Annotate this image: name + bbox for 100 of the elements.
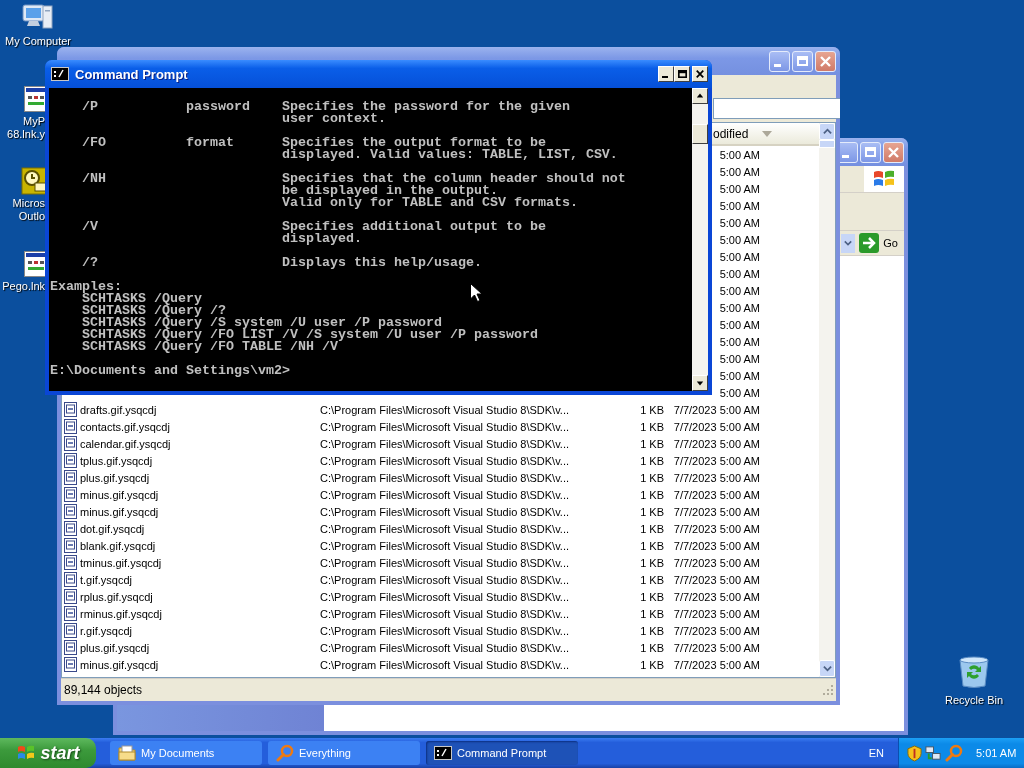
file-icon bbox=[64, 657, 77, 672]
caret-up-icon bbox=[696, 92, 704, 100]
search-icon bbox=[276, 744, 294, 762]
window-title: Command Prompt bbox=[75, 66, 188, 82]
file-icon bbox=[64, 453, 77, 468]
table-cell-text: plus.gif.ysqcdj bbox=[80, 641, 151, 654]
file-icon bbox=[64, 419, 77, 434]
table-cell-text: plus.gif.ysqcdj bbox=[80, 471, 151, 484]
icon-label[interactable]: My Computer bbox=[5, 35, 71, 48]
console-icon bbox=[434, 746, 452, 760]
table-cell: 7/7/2023 5:00 AM bbox=[672, 403, 760, 416]
table-cell-text: 5:00 AM bbox=[718, 216, 760, 229]
console-line: Valid only for TABLE and CSV formats. bbox=[280, 197, 578, 209]
console-icon bbox=[51, 67, 69, 81]
table-cell: 7/7/2023 5:00 AM bbox=[672, 641, 760, 654]
maximize-icon bbox=[677, 70, 687, 78]
table-cell: 7/7/2023 5:00 AM bbox=[672, 505, 760, 518]
language-indicator[interactable]: EN bbox=[868, 747, 884, 759]
table-cell-text: C:\Program Files\Microsoft Visual Studio 8\SDK\v... bbox=[320, 420, 570, 433]
start-button[interactable]: start bbox=[0, 738, 96, 768]
scroll-down-button[interactable] bbox=[819, 660, 835, 677]
file-icon bbox=[64, 606, 77, 621]
status-text: 89,144 objects bbox=[64, 683, 143, 697]
scrollbar[interactable] bbox=[692, 88, 708, 391]
table-cell-text: 1 KB bbox=[639, 590, 664, 603]
table-cell-text: C:\Program Files\Microsoft Visual Studio 8\SDK\v... bbox=[320, 658, 570, 671]
console-line: Examples: bbox=[50, 281, 122, 293]
table-cell-text: 1 KB bbox=[639, 624, 664, 637]
table-cell-text: minus.gif.ysqcdj bbox=[80, 488, 160, 501]
icon-label[interactable]: Outlo bbox=[18, 210, 45, 223]
close-icon bbox=[820, 55, 831, 67]
file-icon bbox=[64, 623, 77, 638]
clock[interactable]: 5:01 AM bbox=[976, 747, 1017, 759]
table-cell-text: C:\Program Files\Microsoft Visual Studio 8\SDK\v... bbox=[320, 624, 570, 637]
console-line: be displayed in the output. bbox=[280, 185, 498, 197]
icon-label[interactable]: Recycle Bin bbox=[944, 694, 1004, 707]
console-line: SCHTASKS /Query /FO LIST /V /S system /U user /P password bbox=[81, 329, 538, 341]
console-line: displayed. Valid values: TABLE, LIST, CSV. bbox=[280, 149, 618, 161]
console-line: /FO format Specifies the output format to be bbox=[81, 137, 546, 149]
scrollbar[interactable] bbox=[819, 123, 835, 677]
mouse-pointer-icon bbox=[470, 283, 482, 302]
icon-label[interactable]: Micros bbox=[12, 197, 45, 210]
console-line: user context. bbox=[280, 113, 386, 125]
taskbar-button[interactable]: Command Prompt bbox=[426, 741, 578, 765]
close-icon bbox=[888, 146, 899, 158]
taskbar-button[interactable]: Everything bbox=[268, 741, 420, 765]
scroll-thumb[interactable] bbox=[819, 140, 835, 148]
table-cell-text: C:\Program Files\Microsoft Visual Studio 8\SDK\v... bbox=[320, 590, 570, 603]
taskbar-button[interactable]: My Documents bbox=[110, 741, 262, 765]
scroll-down-button[interactable] bbox=[692, 375, 708, 391]
scroll-thumb[interactable] bbox=[692, 124, 708, 144]
table-cell-text: 5:00 AM bbox=[718, 301, 760, 314]
table-cell-text: 5:00 AM bbox=[718, 233, 760, 246]
windows-flag-icon bbox=[864, 166, 904, 192]
dropdown-button[interactable] bbox=[841, 233, 856, 253]
table-cell-text: t.gif.ysqcdj bbox=[80, 573, 133, 586]
table-cell-text: C:\Program Files\Microsoft Visual Studio 8\SDK\v... bbox=[320, 471, 570, 484]
table-cell-text: 5:00 AM bbox=[718, 165, 760, 178]
table-cell-text: 1 KB bbox=[639, 454, 664, 467]
arrow-icon bbox=[859, 233, 880, 253]
scroll-up-button[interactable] bbox=[819, 123, 835, 140]
icon-label[interactable]: Pego.lnk bbox=[2, 280, 45, 293]
icon-label[interactable]: MyP bbox=[23, 115, 45, 128]
table-cell-text: 1 KB bbox=[639, 607, 664, 620]
table-cell-text: r.gif.ysqcdj bbox=[80, 624, 133, 637]
close-icon bbox=[696, 70, 704, 78]
table-cell: 7/7/2023 5:00 AM bbox=[672, 522, 760, 535]
table-cell: 7/7/2023 5:00 AM bbox=[672, 471, 760, 484]
table-cell: 7/7/2023 5:00 AM bbox=[672, 539, 760, 552]
minimize-icon bbox=[774, 63, 781, 67]
table-cell-text: rplus.gif.ysqcdj bbox=[80, 590, 154, 603]
table-cell-text: C:\Program Files\Microsoft Visual Studio 8\SDK\v... bbox=[320, 641, 570, 654]
table-cell-text: C:\Program Files\Microsoft Visual Studio 8\SDK\v... bbox=[320, 539, 570, 552]
scroll-up-button[interactable] bbox=[692, 88, 708, 104]
table-cell-text: contacts.gif.ysqcdj bbox=[80, 420, 171, 433]
file-icon bbox=[64, 470, 77, 485]
shield-icon[interactable] bbox=[907, 744, 922, 762]
file-icon bbox=[64, 487, 77, 502]
table-cell: 7/7/2023 5:00 AM bbox=[672, 607, 760, 620]
recycle-bin-icon[interactable] bbox=[956, 654, 992, 690]
table-cell-text: 5:00 AM bbox=[718, 386, 760, 399]
icon-label[interactable]: 68.lnk.y bbox=[7, 128, 45, 141]
table-cell-text: minus.gif.ysqcdj bbox=[80, 505, 160, 518]
table-cell: 7/7/2023 5:00 AM bbox=[672, 556, 760, 569]
folder-icon bbox=[118, 745, 136, 761]
console-line: /? Displays this help/usage. bbox=[81, 257, 482, 269]
console-line: /V Specifies additional output to be bbox=[81, 221, 546, 233]
table-cell-text: 1 KB bbox=[639, 556, 664, 569]
table-cell-text: C:\Program Files\Microsoft Visual Studio 8\SDK\v... bbox=[320, 437, 570, 450]
resize-grip-icon[interactable] bbox=[822, 684, 834, 696]
table-cell-text: C:\Program Files\Microsoft Visual Studio 8\SDK\v... bbox=[320, 488, 570, 501]
table-cell: 7/7/2023 5:00 AM bbox=[672, 420, 760, 433]
console-line: /P password Specifies the password for the given bbox=[81, 101, 570, 113]
table-cell: 7/7/2023 5:00 AM bbox=[672, 590, 760, 603]
go-button[interactable]: Go bbox=[859, 232, 898, 254]
file-icon bbox=[64, 589, 77, 604]
network-icon[interactable] bbox=[925, 744, 942, 762]
table-cell-text: 1 KB bbox=[639, 420, 664, 433]
table-cell-text: 1 KB bbox=[639, 437, 664, 450]
table-cell-text: rminus.gif.ysqcdj bbox=[80, 607, 163, 620]
